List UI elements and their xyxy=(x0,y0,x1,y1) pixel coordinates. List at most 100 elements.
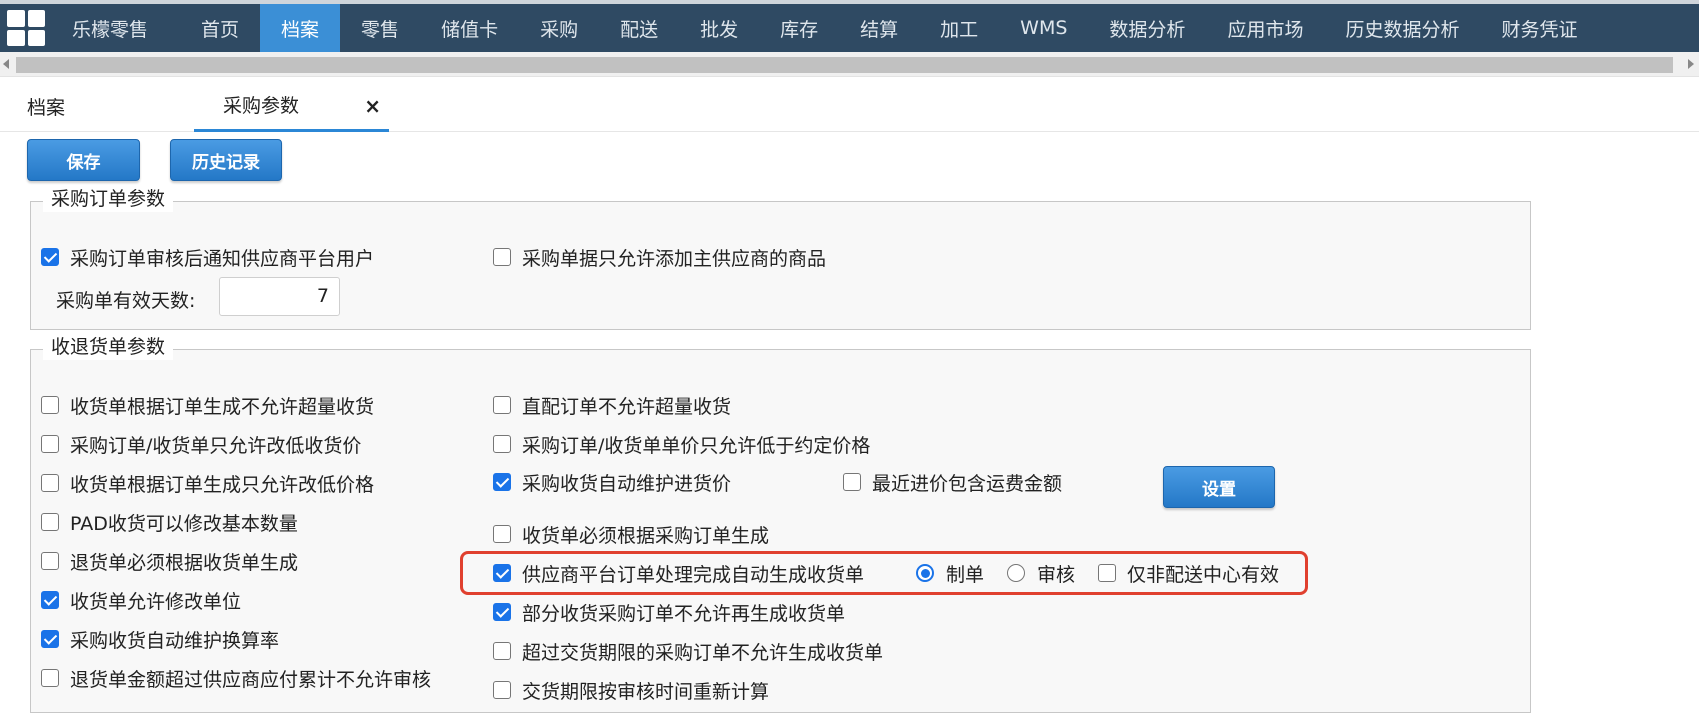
opt-right-5[interactable]: 部分收货采购订单不允许再生成收货单 xyxy=(493,600,846,625)
checkbox[interactable] xyxy=(1098,564,1116,582)
checkbox[interactable] xyxy=(493,603,511,621)
opt-left-3[interactable]: PAD收货可以修改基本数量 xyxy=(41,510,298,535)
save-button[interactable]: 保存 xyxy=(27,139,140,181)
nav-item-home[interactable]: 首页 xyxy=(180,4,260,52)
checkbox[interactable] xyxy=(493,525,511,543)
nav-item-processing[interactable]: 加工 xyxy=(919,4,999,52)
opt-right-4[interactable]: 供应商平台订单处理完成自动生成收货单 xyxy=(493,561,865,586)
opt-label: 超过交货期限的采购订单不允许生成收货单 xyxy=(522,641,884,664)
checkbox[interactable] xyxy=(41,513,59,531)
nav-item-stored-value-card[interactable]: 储值卡 xyxy=(420,4,519,52)
radio-label: 审核 xyxy=(1037,563,1076,586)
valid-days-label: 采购单有效天数: xyxy=(56,290,196,312)
opt-label: 最近进价包含运费金额 xyxy=(872,472,1063,495)
checkbox[interactable] xyxy=(41,591,59,609)
radio[interactable] xyxy=(1007,564,1025,582)
opt-label: 采购收货自动维护进货价 xyxy=(522,472,732,495)
setting-button[interactable]: 设置 xyxy=(1163,466,1275,508)
top-nav: 乐檬零售 首页 档案 零售 储值卡 采购 配送 批发 库存 结算 加工 WMS … xyxy=(0,0,1699,52)
opt-left-6[interactable]: 采购收货自动维护换算率 xyxy=(41,627,280,652)
opt-label: 收货单必须根据采购订单生成 xyxy=(522,524,770,547)
opt-right-3[interactable]: 收货单必须根据采购订单生成 xyxy=(493,522,770,547)
nav-item-data-analysis[interactable]: 数据分析 xyxy=(1088,4,1206,52)
nav-item-inventory[interactable]: 库存 xyxy=(759,4,839,52)
opt-label: 直配订单不允许超量收货 xyxy=(522,395,732,418)
opt-label: 收货单允许修改单位 xyxy=(70,590,242,613)
tab-purchase-params[interactable]: 采购参数 × xyxy=(194,80,389,132)
nav-item-settlement[interactable]: 结算 xyxy=(839,4,919,52)
opt-left-4[interactable]: 退货单必须根据收货单生成 xyxy=(41,549,299,574)
opt-label: 收货单根据订单生成不允许超量收货 xyxy=(70,395,375,418)
checkbox[interactable] xyxy=(41,630,59,648)
nav-item-purchase[interactable]: 采购 xyxy=(519,4,599,52)
history-button[interactable]: 历史记录 xyxy=(170,139,282,181)
opt-main-supplier-only[interactable]: 采购单据只允许添加主供应商的商品 xyxy=(493,245,827,270)
scroll-left-icon[interactable] xyxy=(3,59,9,69)
opt-label: 采购订单/收货单单价只允许低于约定价格 xyxy=(522,434,871,457)
opt-label: 收货单根据订单生成只允许改低价格 xyxy=(70,473,375,496)
opt-label: 采购收货自动维护换算率 xyxy=(70,629,280,652)
opt-left-7[interactable]: 退货单金额超过供应商应付累计不允许审核 xyxy=(41,666,432,691)
nav-item-wholesale[interactable]: 批发 xyxy=(679,4,759,52)
tab-bar: 档案 采购参数 × xyxy=(0,80,1699,132)
checkbox[interactable] xyxy=(493,564,511,582)
tab-label: 采购参数 xyxy=(223,95,300,117)
checkbox[interactable] xyxy=(493,681,511,699)
nav-item-distribution[interactable]: 配送 xyxy=(599,4,679,52)
opt-non-dc-only[interactable]: 仅非配送中心有效 xyxy=(1098,561,1280,586)
nav-item-archive[interactable]: 档案 xyxy=(260,4,341,52)
checkbox[interactable] xyxy=(41,669,59,687)
group-legend: 收退货单参数 xyxy=(43,334,174,360)
opt-label: 退货单金额超过供应商应付累计不允许审核 xyxy=(70,668,432,691)
checkbox[interactable] xyxy=(493,248,511,266)
nav-item-history-analysis[interactable]: 历史数据分析 xyxy=(1324,4,1480,52)
opt-label: 交货期限按审核时间重新计算 xyxy=(522,680,770,703)
opt-label: PAD收货可以修改基本数量 xyxy=(70,512,298,535)
radio-audit[interactable]: 审核 xyxy=(1007,561,1076,586)
valid-days-input[interactable]: 7 xyxy=(219,277,340,316)
opt-right-2[interactable]: 采购收货自动维护进货价 xyxy=(493,470,732,495)
group-legend: 采购订单参数 xyxy=(43,186,174,212)
checkbox[interactable] xyxy=(493,396,511,414)
opt-label: 退货单必须根据收货单生成 xyxy=(70,551,299,574)
horizontal-scrollbar[interactable] xyxy=(0,52,1699,77)
opt-notify-supplier[interactable]: 采购订单审核后通知供应商平台用户 xyxy=(41,245,375,270)
opt-left-2[interactable]: 收货单根据订单生成只允许改低价格 xyxy=(41,471,375,496)
opt-label: 采购订单审核后通知供应商平台用户 xyxy=(70,247,375,270)
checkbox[interactable] xyxy=(493,435,511,453)
nav-item-retail[interactable]: 零售 xyxy=(340,4,420,52)
scroll-right-icon[interactable] xyxy=(1688,59,1694,69)
opt-freight-include[interactable]: 最近进价包含运费金额 xyxy=(843,470,1063,495)
radio-label: 制单 xyxy=(946,563,985,586)
nav-item-app-market[interactable]: 应用市场 xyxy=(1206,4,1324,52)
nav-item-finance-voucher[interactable]: 财务凭证 xyxy=(1480,4,1598,52)
opt-label: 供应商平台订单处理完成自动生成收货单 xyxy=(522,563,865,586)
opt-label: 采购单据只允许添加主供应商的商品 xyxy=(522,247,827,270)
opt-label: 部分收货采购订单不允许再生成收货单 xyxy=(522,602,846,625)
opt-right-0[interactable]: 直配订单不允许超量收货 xyxy=(493,393,732,418)
checkbox[interactable] xyxy=(41,248,59,266)
radio-draft[interactable]: 制单 xyxy=(916,561,985,586)
opt-left-5[interactable]: 收货单允许修改单位 xyxy=(41,588,242,613)
nav-brand[interactable]: 乐檬零售 xyxy=(52,4,180,52)
close-icon[interactable]: × xyxy=(364,94,381,118)
checkbox[interactable] xyxy=(843,473,861,491)
app-grid-icon[interactable] xyxy=(0,4,52,52)
checkbox[interactable] xyxy=(41,435,59,453)
opt-right-1[interactable]: 采购订单/收货单单价只允许低于约定价格 xyxy=(493,432,871,457)
checkbox[interactable] xyxy=(493,473,511,491)
checkbox[interactable] xyxy=(41,474,59,492)
nav-item-wms[interactable]: WMS xyxy=(999,4,1088,52)
checkbox[interactable] xyxy=(41,396,59,414)
opt-label: 仅非配送中心有效 xyxy=(1127,563,1280,586)
opt-left-0[interactable]: 收货单根据订单生成不允许超量收货 xyxy=(41,393,375,418)
opt-right-6[interactable]: 超过交货期限的采购订单不允许生成收货单 xyxy=(493,639,884,664)
checkbox[interactable] xyxy=(493,642,511,660)
tab-archive[interactable]: 档案 xyxy=(27,80,65,132)
radio[interactable] xyxy=(916,564,934,582)
scroll-thumb[interactable] xyxy=(16,57,1673,73)
checkbox[interactable] xyxy=(41,552,59,570)
opt-left-1[interactable]: 采购订单/收货单只允许改低收货价 xyxy=(41,432,362,457)
opt-label: 采购订单/收货单只允许改低收货价 xyxy=(70,434,362,457)
opt-right-7[interactable]: 交货期限按审核时间重新计算 xyxy=(493,678,770,703)
